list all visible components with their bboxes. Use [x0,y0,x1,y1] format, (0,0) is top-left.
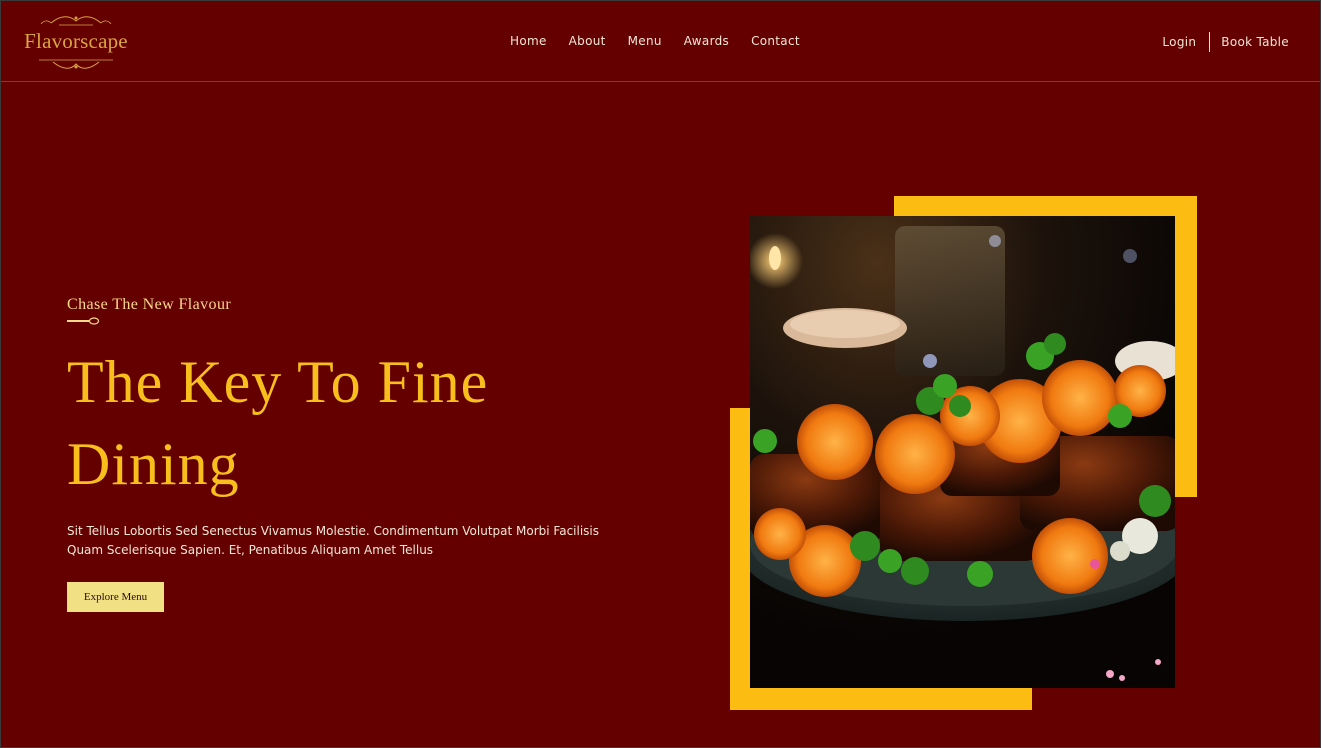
spoon-divider-icon [67,317,100,325]
nav-home[interactable]: Home [510,34,547,52]
auth-divider [1209,32,1211,52]
hero-tagline: Chase The New Flavour [67,296,232,313]
page-frame: Flavorscape Home About Menu Awards Conta… [1,1,1320,747]
hero-title: The Key To Fine Dining [67,349,489,497]
brand-name: Flavorscape [24,29,128,53]
nav-awards[interactable]: Awards [684,34,729,52]
hero-food-image [750,216,1175,688]
nav-contact[interactable]: Contact [751,34,800,52]
book-table-link[interactable]: Book Table [1221,35,1289,49]
main-nav: Home About Menu Awards Contact [499,34,811,52]
flourish-top-icon [40,16,112,26]
login-link[interactable]: Login [1162,35,1196,49]
brand-logo[interactable]: Flavorscape [21,13,131,71]
site-header: Flavorscape Home About Menu Awards Conta… [1,1,1320,82]
flourish-bottom-icon [39,59,113,69]
explore-menu-button[interactable]: Explore Menu [67,582,164,612]
hero-description: Sit Tellus Lobortis Sed Senectus Vivamus… [67,524,600,557]
auth-links: Login Book Table [1162,32,1289,52]
nav-about[interactable]: About [569,34,606,52]
nav-menu[interactable]: Menu [628,34,662,52]
